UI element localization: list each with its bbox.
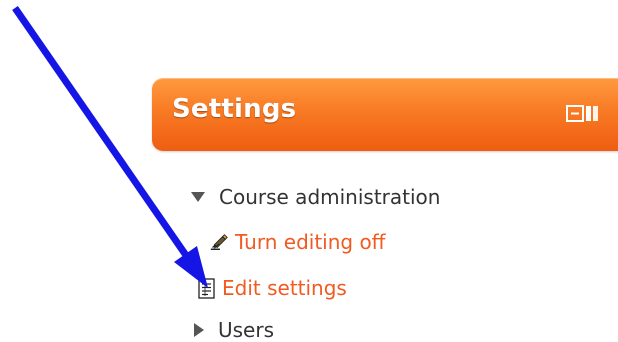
users-label: Users (218, 318, 275, 342)
tree-item-edit-settings[interactable]: Edit settings (196, 276, 347, 300)
dock-toggle-icon[interactable] (566, 104, 608, 124)
block-title: Settings (172, 94, 297, 124)
edit-settings-link[interactable]: Edit settings (222, 276, 347, 300)
section-label: Course administration (219, 185, 441, 209)
pencil-edit-icon (210, 234, 228, 250)
chevron-right-icon (194, 323, 204, 337)
settings-block-header: Settings (152, 78, 618, 151)
chevron-down-icon (191, 192, 205, 202)
screenshot-stage: Settings Course administration Turn edit… (0, 0, 618, 342)
tree-item-turn-editing-off[interactable]: Turn editing off (209, 230, 385, 254)
document-settings-icon (198, 278, 215, 299)
tree-section-course-administration[interactable]: Course administration (191, 185, 440, 209)
turn-editing-off-link[interactable]: Turn editing off (235, 230, 385, 254)
tree-item-users[interactable]: Users (194, 318, 274, 342)
